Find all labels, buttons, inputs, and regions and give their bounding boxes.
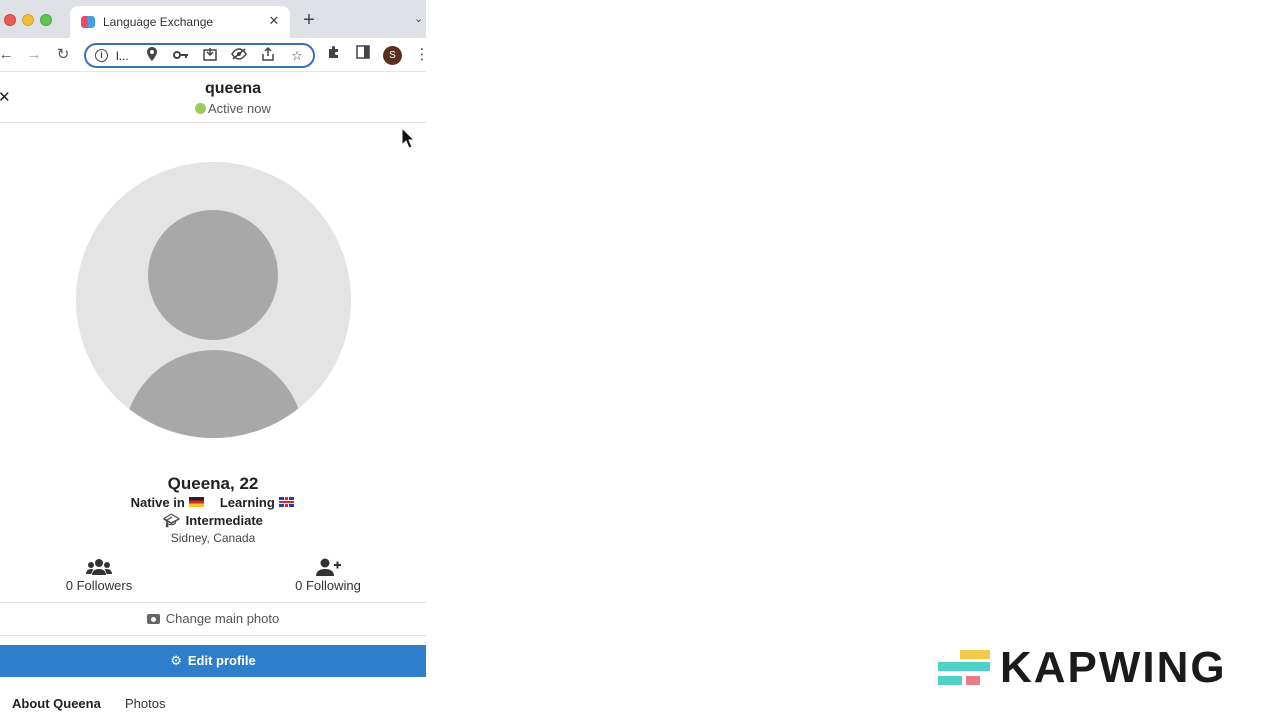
mouse-cursor-icon (401, 127, 415, 149)
tab-about[interactable]: About Queena (12, 696, 101, 711)
status-text: Active now (208, 101, 271, 116)
key-icon[interactable] (172, 47, 190, 65)
kapwing-watermark: KAPWING (928, 640, 1258, 696)
eye-off-icon[interactable] (230, 47, 248, 65)
learning-label: Learning (219, 495, 275, 510)
browser-toolbar: ← → ↻ i l... ☆ S ⋮ (0, 38, 426, 72)
camera-icon (146, 614, 160, 624)
profile-avatar[interactable]: S (383, 46, 402, 65)
tab-photos[interactable]: Photos (125, 696, 165, 711)
browser-tab[interactable]: Language Exchange ✕ (70, 6, 290, 38)
language-line: Native in Learning (0, 495, 426, 510)
location-text: Sidney, Canada (170, 531, 256, 545)
user-plus-icon (316, 558, 341, 576)
users-group-icon (86, 559, 112, 575)
profile-name-age: Queena, 22 (167, 474, 259, 493)
avatar-body-shape (124, 350, 304, 438)
tab-title: Language Exchange (103, 15, 214, 29)
online-dot-icon (195, 103, 206, 114)
tab-search-chevron-icon[interactable]: ⌄ (414, 12, 423, 25)
native-label: Native in (130, 495, 185, 510)
address-bar[interactable]: i l... ☆ (84, 43, 315, 68)
profile-photo-placeholder[interactable] (76, 162, 351, 438)
location-pin-icon[interactable] (143, 47, 161, 65)
uk-flag-icon (279, 497, 295, 507)
share-icon[interactable] (259, 46, 277, 65)
url-text: l... (116, 49, 129, 63)
back-arrow-icon[interactable]: ← (0, 45, 16, 65)
following-count: 0 Following (295, 578, 361, 593)
install-app-icon[interactable] (201, 47, 219, 65)
kapwing-logo-icon (938, 650, 990, 685)
extensions-puzzle-icon[interactable] (324, 45, 344, 65)
maximize-window-button[interactable] (40, 14, 52, 26)
edit-profile-label: Edit profile (187, 653, 256, 668)
followers-stat[interactable]: 0 Followers (34, 558, 164, 593)
edit-profile-button[interactable]: ⚙ Edit profile (0, 645, 426, 677)
german-flag-icon (189, 497, 205, 507)
reload-icon[interactable]: ↻ (53, 45, 73, 65)
level-text: Intermediate (185, 513, 263, 528)
bookmark-star-icon[interactable]: ☆ (288, 47, 306, 65)
graduation-cap-icon: 🎓︎ (163, 513, 180, 528)
browser-window: Language Exchange ✕ + ⌄ ← → ↻ i l... ☆ S… (0, 0, 426, 720)
site-info-icon[interactable]: i (95, 49, 108, 62)
followers-count: 0 Followers (65, 578, 133, 593)
online-status: Active now (195, 101, 271, 116)
forward-arrow-icon[interactable]: → (24, 45, 44, 65)
gear-icon: ⚙ (170, 653, 182, 668)
minimize-window-button[interactable] (22, 14, 34, 26)
kapwing-wordmark: KAPWING (1000, 643, 1227, 692)
tab-strip: Language Exchange ✕ + ⌄ (0, 0, 426, 38)
new-tab-button[interactable]: + (300, 10, 318, 30)
header-username: queena (204, 80, 261, 97)
level-line: 🎓︎ Intermediate (0, 513, 426, 529)
tab-close-icon[interactable]: ✕ (266, 13, 282, 29)
side-panel-icon[interactable] (353, 45, 373, 65)
close-window-button[interactable] (4, 14, 16, 26)
avatar-head-shape (148, 210, 278, 340)
site-favicon-icon (81, 16, 95, 28)
change-main-photo-button[interactable]: Change main photo (0, 602, 426, 636)
change-photo-label: Change main photo (165, 611, 280, 626)
chat-header: ✕ queena Active now (0, 72, 426, 123)
more-menu-icon[interactable]: ⋮ (412, 45, 427, 65)
following-stat[interactable]: 0 Following (263, 558, 393, 593)
